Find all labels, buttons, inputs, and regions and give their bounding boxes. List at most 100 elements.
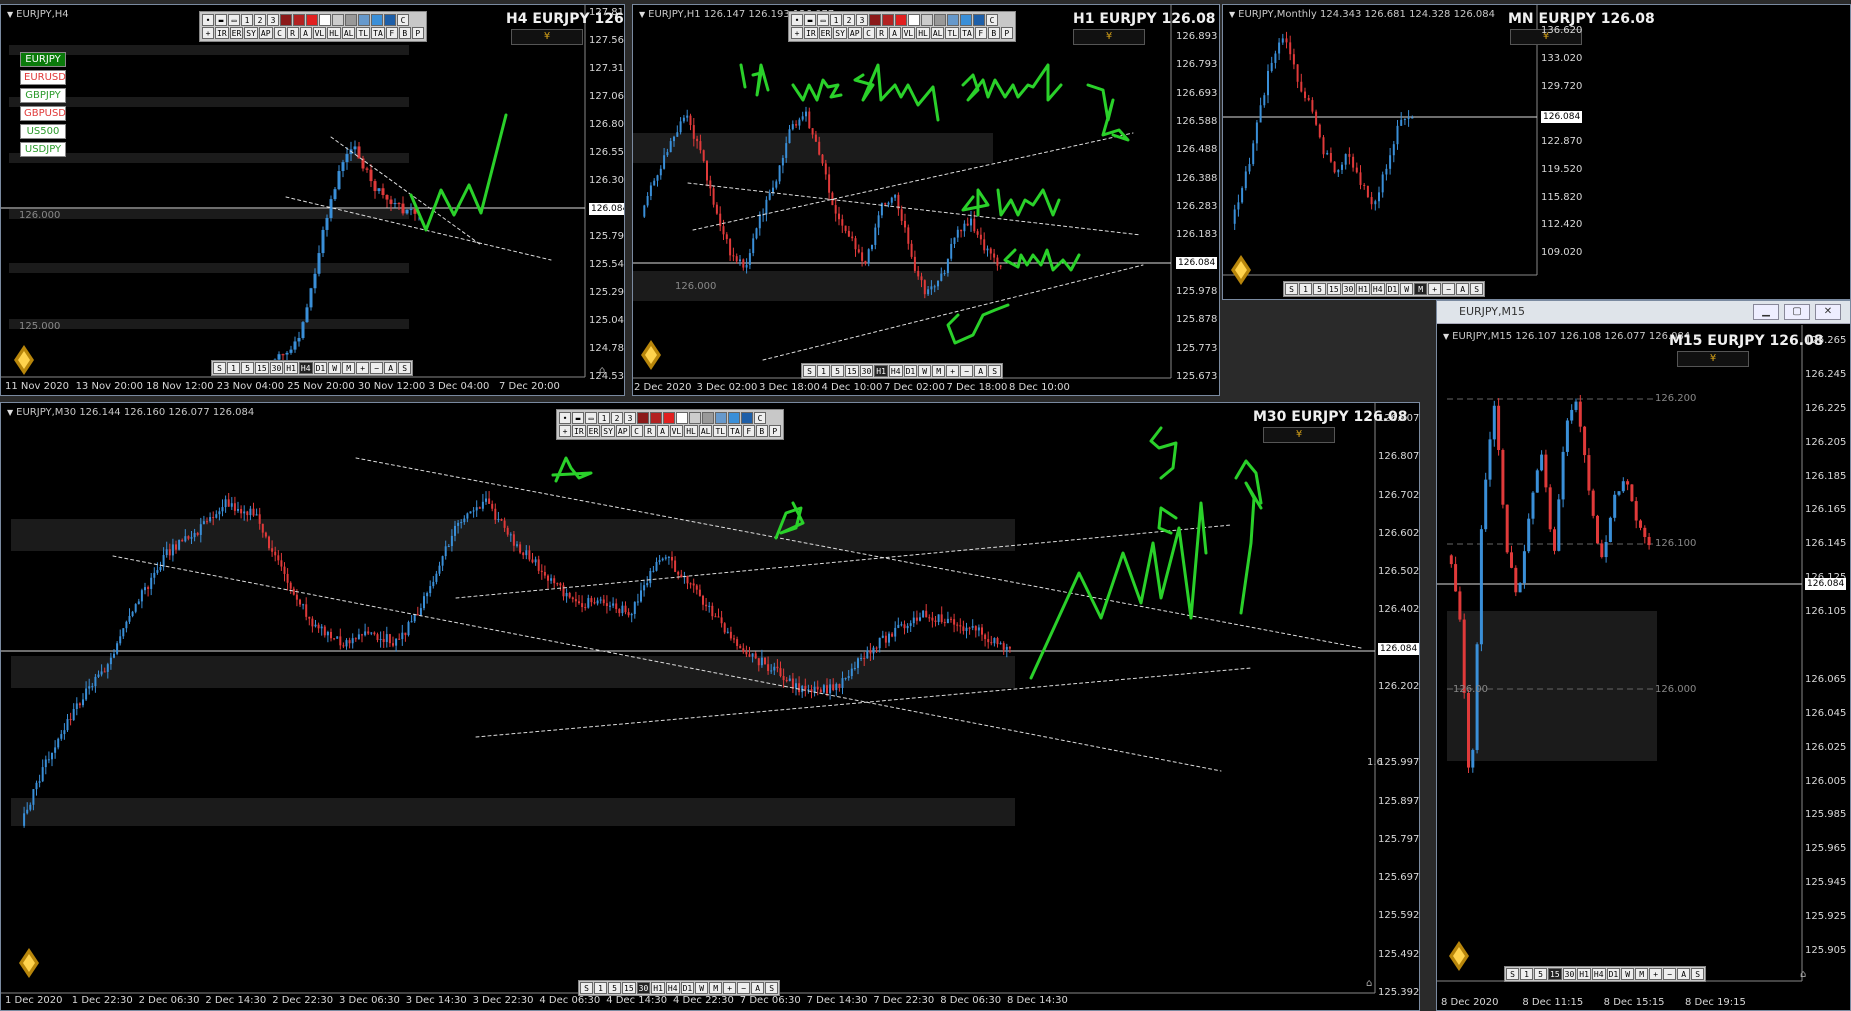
chart-window-h4[interactable]: ▼EURJPY,H4 H4 EURJPY 126.08 ¥ EURJPYEURU… bbox=[0, 4, 625, 396]
toolbar-button[interactable]: C bbox=[986, 14, 998, 26]
toolbar-button[interactable]: ▬ bbox=[572, 412, 584, 424]
timeframe-button-1[interactable]: 1 bbox=[1520, 968, 1533, 980]
toolbar-button[interactable]: TA bbox=[371, 27, 385, 39]
chart-window-monthly[interactable]: ▼ EURJPY,Monthly 124.343 126.681 124.328 … bbox=[1222, 4, 1851, 300]
timeframe-button-d1[interactable]: D1 bbox=[903, 365, 918, 377]
toolbar-button[interactable]: ■ bbox=[741, 412, 753, 424]
toolbar-button[interactable]: AP bbox=[258, 27, 273, 39]
toolbar-button[interactable]: 3 bbox=[267, 14, 279, 26]
timeframe-button-a[interactable]: A bbox=[1677, 968, 1691, 980]
timeframe-button-−[interactable]: − bbox=[1442, 283, 1456, 295]
toolbar-button[interactable]: ER bbox=[818, 27, 833, 39]
toolbar-button[interactable]: VL bbox=[312, 27, 327, 39]
toolbar-button[interactable]: SY bbox=[601, 425, 615, 437]
toolbar-button[interactable]: 2 bbox=[843, 14, 855, 26]
toolbar-button[interactable]: 1 bbox=[241, 14, 253, 26]
symbol-list[interactable]: EURJPY EURUSD GBPJPY GBPUSD US500 USDJPY bbox=[20, 52, 66, 157]
toolbar-button[interactable]: B bbox=[398, 27, 411, 39]
trash-icon[interactable]: ⌂ bbox=[1800, 969, 1806, 980]
timeframe-button-a[interactable]: A bbox=[384, 362, 398, 374]
timeframe-button-30[interactable]: 30 bbox=[1562, 968, 1577, 980]
toolbar-button[interactable]: SY bbox=[244, 27, 258, 39]
timeframe-button-a[interactable]: A bbox=[751, 982, 765, 994]
toolbar-button[interactable]: ▭ bbox=[228, 14, 240, 26]
timeframe-button-m[interactable]: M bbox=[709, 982, 723, 994]
toolbar-button[interactable]: AL bbox=[698, 425, 713, 437]
toolbar-button[interactable]: HL bbox=[327, 27, 341, 39]
toolbar-button[interactable]: AL bbox=[930, 27, 945, 39]
chart-window-h1[interactable]: ▼ EURJPY,H1 126.147 126.193 126.077 H1 EU… bbox=[632, 4, 1220, 396]
toolbar-button[interactable]: TL bbox=[945, 27, 960, 39]
toolbar-button[interactable]: ▭ bbox=[585, 412, 597, 424]
toolbar-button[interactable]: ■ bbox=[908, 14, 920, 26]
toolbar-button[interactable]: P bbox=[411, 27, 424, 39]
toolbar-button[interactable]: TL bbox=[356, 27, 371, 39]
timeframe-button-+[interactable]: + bbox=[1649, 968, 1663, 980]
timeframe-button-−[interactable]: − bbox=[370, 362, 384, 374]
toolbar-button[interactable]: P bbox=[1000, 27, 1013, 39]
toolbar-button[interactable]: • bbox=[791, 14, 803, 26]
timeframe-button-h4[interactable]: H4 bbox=[298, 362, 313, 374]
toolbar-button[interactable]: R bbox=[643, 425, 656, 437]
timeframe-button-h4[interactable]: H4 bbox=[888, 365, 903, 377]
toolbar-button[interactable]: ■ bbox=[973, 14, 985, 26]
toolbar-button[interactable]: ■ bbox=[293, 14, 305, 26]
toolbar-button[interactable]: ■ bbox=[345, 14, 357, 26]
timeframe-button-15[interactable]: 15 bbox=[255, 362, 269, 374]
toolbar-button[interactable]: ■ bbox=[921, 14, 933, 26]
toolbar-button[interactable]: ■ bbox=[650, 412, 662, 424]
timeframe-button-5[interactable]: 5 bbox=[241, 362, 254, 374]
chart-window-m30[interactable]: ▼ EURJPY,M30 126.144 126.160 126.077 126.… bbox=[0, 402, 1420, 1011]
toolbar-button[interactable]: A bbox=[299, 27, 312, 39]
trash-icon[interactable]: ⌂ bbox=[599, 365, 605, 376]
toolbar-button[interactable]: • bbox=[559, 412, 571, 424]
symbol-button-gbpusd[interactable]: GBPUSD bbox=[20, 106, 66, 121]
timeframe-button-d1[interactable]: D1 bbox=[313, 362, 328, 374]
toolbar-button[interactable]: ■ bbox=[676, 412, 688, 424]
toolbar-button[interactable]: + bbox=[202, 27, 214, 39]
timeframe-button-s[interactable]: S bbox=[580, 982, 593, 994]
toolbar-button[interactable]: ■ bbox=[934, 14, 946, 26]
toolbar-button[interactable]: ER bbox=[229, 27, 244, 39]
toolbar-button[interactable]: P bbox=[768, 425, 781, 437]
timeframe-button-+[interactable]: + bbox=[356, 362, 370, 374]
timeframe-button-d1[interactable]: D1 bbox=[1385, 283, 1400, 295]
timeframe-button-+[interactable]: + bbox=[946, 365, 960, 377]
timeframe-button-−[interactable]: − bbox=[1663, 968, 1677, 980]
toolbar-button[interactable]: HL bbox=[684, 425, 698, 437]
timeframe-button-h1[interactable]: H1 bbox=[284, 362, 298, 374]
timeframe-button-w[interactable]: W bbox=[695, 982, 709, 994]
toolbar-button[interactable]: HL bbox=[916, 27, 930, 39]
timeframe-button-w[interactable]: W bbox=[918, 365, 932, 377]
toolbar-button[interactable]: 2 bbox=[254, 14, 266, 26]
timeframe-button-+[interactable]: + bbox=[1428, 283, 1442, 295]
timeframe-button-w[interactable]: W bbox=[1621, 968, 1635, 980]
toolbar-button[interactable]: IR bbox=[215, 27, 229, 39]
timeframe-button-h1[interactable]: H1 bbox=[651, 982, 665, 994]
timeframe-bar[interactable]: S 1 5 15 30 H1 H4 D1 W M + − A S bbox=[211, 360, 414, 376]
timeframe-button-5[interactable]: 5 bbox=[608, 982, 621, 994]
timeframe-button-h4[interactable]: H4 bbox=[1370, 283, 1385, 295]
timeframe-button-s[interactable]: S bbox=[213, 362, 226, 374]
timeframe-button-+[interactable]: + bbox=[723, 982, 737, 994]
toolbar-button[interactable]: ▬ bbox=[804, 14, 816, 26]
toolbar-button[interactable]: TA bbox=[728, 425, 742, 437]
toolbar-button[interactable]: SY bbox=[833, 27, 847, 39]
timeframe-button-h4[interactable]: H4 bbox=[665, 982, 680, 994]
toolbar-button[interactable]: C bbox=[397, 14, 409, 26]
timeframe-button-−[interactable]: − bbox=[737, 982, 751, 994]
toolbar-button[interactable]: 2 bbox=[611, 412, 623, 424]
timeframe-button-15[interactable]: 15 bbox=[845, 365, 859, 377]
toolbar-button[interactable]: ■ bbox=[895, 14, 907, 26]
timeframe-button-s[interactable]: S bbox=[765, 982, 779, 994]
toolbar-button[interactable]: ■ bbox=[689, 412, 701, 424]
toolbar-button[interactable]: C bbox=[754, 412, 766, 424]
timeframe-button-30[interactable]: 30 bbox=[859, 365, 874, 377]
symbol-button-eurusd[interactable]: EURUSD bbox=[20, 70, 66, 85]
timeframe-button-m[interactable]: M bbox=[932, 365, 946, 377]
timeframe-button-h4[interactable]: H4 bbox=[1591, 968, 1606, 980]
timeframe-bar[interactable]: S 1 5 15 30 H1 H4 D1 W M + − A S bbox=[1283, 281, 1486, 297]
toolbar-button[interactable]: C bbox=[862, 27, 875, 39]
timeframe-button-h1[interactable]: H1 bbox=[874, 365, 888, 377]
timeframe-button-h1[interactable]: H1 bbox=[1356, 283, 1370, 295]
